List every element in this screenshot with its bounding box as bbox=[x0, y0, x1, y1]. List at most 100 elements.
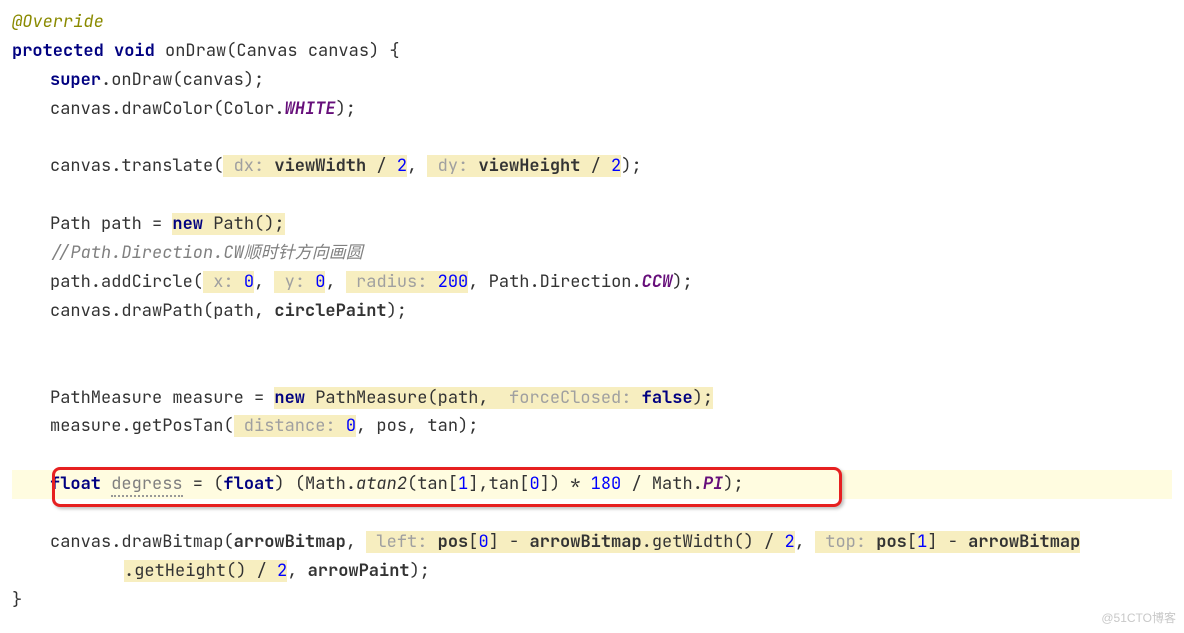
atan2: atan2 bbox=[356, 473, 407, 495]
comment-text: //Path.Direction.CW顺时针方向画圆 bbox=[50, 242, 363, 264]
path-measure[interactable]: PathMeasure measure = new PathMeasure(pa… bbox=[12, 384, 1172, 413]
const-pi: PI bbox=[703, 473, 723, 495]
hint-dy: dy: bbox=[427, 155, 478, 177]
method-name: onDraw bbox=[165, 40, 226, 62]
pm-head: PathMeasure measure = bbox=[50, 387, 274, 409]
hint-x: x: bbox=[203, 271, 244, 293]
m2: ]) * bbox=[540, 473, 591, 495]
drawcolor-head: canvas.drawColor(Color. bbox=[50, 98, 285, 120]
mid: ) (Math. bbox=[274, 473, 356, 495]
hint-distance: distance: bbox=[234, 415, 346, 437]
kw-float: float bbox=[50, 473, 101, 495]
br1: [ bbox=[907, 531, 917, 553]
comment-line: //Path.Direction.CW顺时针方向画圆 bbox=[12, 239, 1172, 268]
draw-bitmap-line1[interactable]: canvas.drawBitmap(arrowBitmap, left: pos… bbox=[12, 528, 1172, 557]
kw-new: new bbox=[172, 213, 203, 235]
num-dist-0: 0 bbox=[346, 415, 356, 437]
arrow-bitmap-3: arrowBitmap bbox=[968, 531, 1080, 553]
eq: = ( bbox=[183, 473, 224, 495]
add-circle[interactable]: path.addCircle( x: 0, y: 0, radius: 200,… bbox=[12, 268, 1172, 297]
override-annotation: @Override bbox=[12, 11, 104, 33]
translate-call[interactable]: canvas.translate( dx: viewWidth / 2, dy:… bbox=[12, 152, 1172, 181]
m1: ],tan[ bbox=[468, 473, 529, 495]
db-c1: , bbox=[346, 531, 366, 553]
deg-tail: ); bbox=[723, 473, 743, 495]
hint-radius: radius: bbox=[346, 271, 438, 293]
brc1: ] - bbox=[927, 531, 968, 553]
kw-new-pm: new bbox=[274, 387, 305, 409]
drawcolor-tail: ); bbox=[336, 98, 356, 120]
hint-forceclosed: forceClosed: bbox=[499, 387, 642, 409]
arrow-bitmap-1: arrowBitmap bbox=[234, 531, 346, 553]
addcircle-tail: ); bbox=[672, 271, 692, 293]
path-head: Path path = bbox=[50, 213, 172, 235]
close-brace: } bbox=[12, 586, 1172, 615]
num-200: 200 bbox=[438, 271, 469, 293]
addcircle-head: path.addCircle( bbox=[50, 271, 203, 293]
pm-ctor: PathMeasure(path, bbox=[305, 387, 499, 409]
c2: , bbox=[325, 271, 345, 293]
highlighted-degress-line[interactable]: float degress = (float) (Math.atan2(tan[… bbox=[12, 470, 1172, 499]
hint-left: left: bbox=[366, 531, 437, 553]
draw-color[interactable]: canvas.drawColor(Color.WHITE); bbox=[12, 95, 1172, 124]
annotation-line: @Override bbox=[12, 8, 1172, 37]
pm-tail: ); bbox=[693, 387, 713, 409]
op1: / bbox=[366, 155, 397, 177]
super-tail: .onDraw(canvas); bbox=[101, 69, 264, 91]
brace: } bbox=[12, 589, 22, 611]
hint-y: y: bbox=[274, 271, 315, 293]
arrow-bitmap-2: arrowBitmap bbox=[529, 531, 641, 553]
viewwidth: viewWidth bbox=[274, 155, 366, 177]
c3: , Path.Direction. bbox=[468, 271, 641, 293]
drawpath-head: canvas.drawPath(path, bbox=[50, 300, 274, 322]
get-pos-tan[interactable]: measure.getPosTan( distance: 0, pos, tan… bbox=[12, 412, 1172, 441]
idx0: 0 bbox=[478, 531, 488, 553]
num2b: 2 bbox=[277, 560, 287, 582]
sp bbox=[101, 473, 111, 495]
super-call[interactable]: super.onDraw(canvas); bbox=[12, 66, 1172, 95]
db2-tail: ); bbox=[410, 560, 430, 582]
m3: / Math. bbox=[621, 473, 703, 495]
op2: / bbox=[580, 155, 611, 177]
db-head: canvas.drawBitmap( bbox=[50, 531, 234, 553]
gpt-tail: , pos, tan); bbox=[356, 415, 478, 437]
num2a: 2 bbox=[784, 531, 794, 553]
args: (tan[ bbox=[407, 473, 458, 495]
idx-0: 0 bbox=[529, 473, 539, 495]
viewheight: viewHeight bbox=[478, 155, 580, 177]
c1: , bbox=[254, 271, 274, 293]
kw-false: false bbox=[642, 387, 693, 409]
var-degress: degress bbox=[111, 473, 182, 497]
gw: .getWidth() / bbox=[642, 531, 785, 553]
idx-1: 1 bbox=[458, 473, 468, 495]
pos1: pos bbox=[876, 531, 907, 553]
comma1: , bbox=[407, 155, 427, 177]
db-c2: , bbox=[795, 531, 815, 553]
num-x0: 0 bbox=[244, 271, 254, 293]
new-path[interactable]: Path path = new Path(); bbox=[12, 210, 1172, 239]
circle-paint: circlePaint bbox=[274, 300, 386, 322]
br0: [ bbox=[468, 531, 478, 553]
num-180: 180 bbox=[591, 473, 622, 495]
kw-void: void bbox=[114, 40, 155, 62]
gh: .getHeight() / bbox=[124, 560, 277, 582]
db2-c: , bbox=[287, 560, 307, 582]
arrow-paint: arrowPaint bbox=[308, 560, 410, 582]
method-signature[interactable]: protected void onDraw(Canvas canvas) { bbox=[12, 37, 1172, 66]
drawpath-tail: ); bbox=[387, 300, 407, 322]
idx1: 1 bbox=[917, 531, 927, 553]
num-2a: 2 bbox=[397, 155, 407, 177]
draw-bitmap-line2[interactable]: .getHeight() / 2, arrowPaint); bbox=[12, 557, 1172, 586]
brc: ] - bbox=[489, 531, 530, 553]
draw-path[interactable]: canvas.drawPath(path, circlePaint); bbox=[12, 297, 1172, 326]
pos0: pos bbox=[438, 531, 469, 553]
translate-head: canvas.translate( bbox=[50, 155, 223, 177]
method-params: (Canvas canvas) { bbox=[226, 40, 399, 62]
const-white: WHITE bbox=[285, 98, 336, 120]
cast-float: float bbox=[223, 473, 274, 495]
path-tail: Path(); bbox=[203, 213, 285, 235]
kw-super: super bbox=[50, 69, 101, 91]
gpt-head: measure.getPosTan( bbox=[50, 415, 234, 437]
num-y0: 0 bbox=[315, 271, 325, 293]
kw-protected: protected bbox=[12, 40, 104, 62]
